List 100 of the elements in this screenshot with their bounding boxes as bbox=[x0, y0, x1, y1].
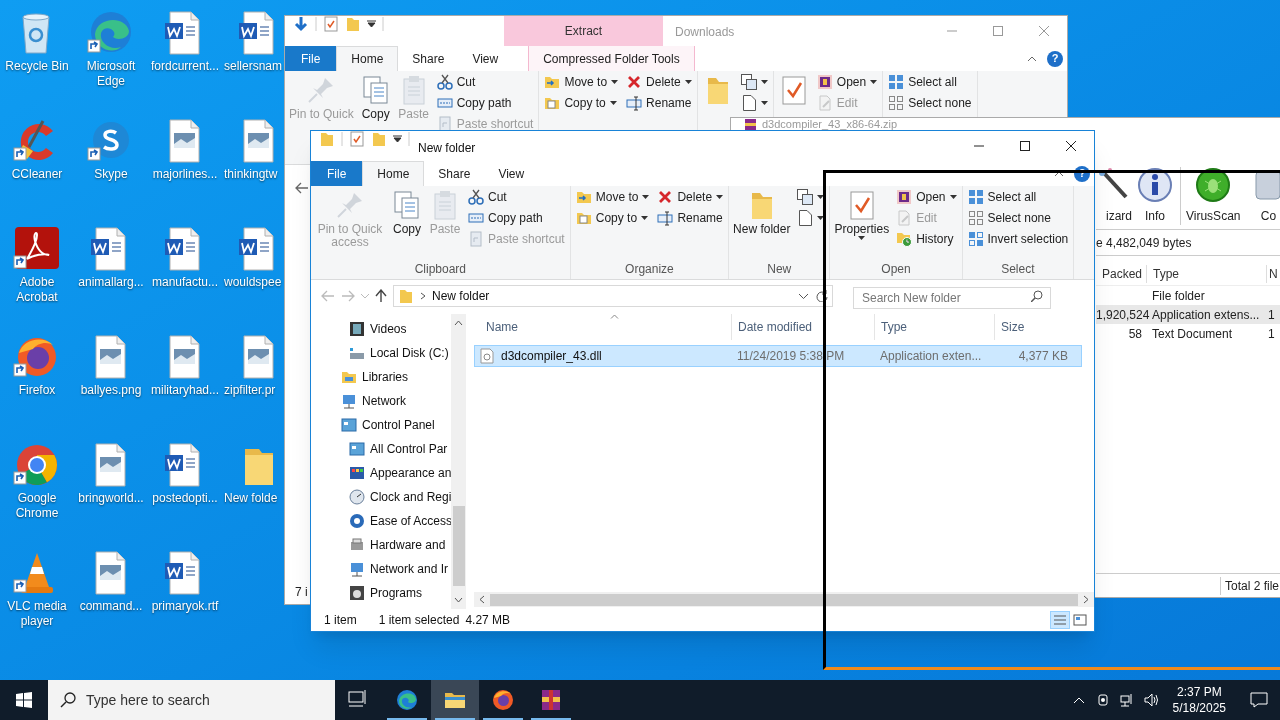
ribbon-tab[interactable]: Compressed Folder Tools bbox=[528, 46, 695, 71]
network-icon bbox=[341, 393, 357, 409]
column-header[interactable]: Packed bbox=[1096, 264, 1146, 283]
close-icon bbox=[1039, 25, 1049, 36]
caret-icon bbox=[949, 194, 957, 199]
nav-item[interactable]: Local Disk (C:) bbox=[311, 341, 451, 365]
caret-icon bbox=[642, 194, 650, 199]
address-bar[interactable]: New folder bbox=[393, 285, 833, 307]
down-arrow-icon bbox=[293, 16, 309, 32]
file-row[interactable]: 58 Text Document 1 bbox=[1096, 324, 1280, 343]
desktop-icon-label[interactable]: primaryok.rtf bbox=[151, 599, 219, 614]
nav-item[interactable]: Appearance an bbox=[311, 461, 451, 485]
toolbar-button[interactable]: Co bbox=[1245, 167, 1280, 225]
file-menu-tab[interactable]: File bbox=[311, 161, 363, 186]
nav-item[interactable]: Videos bbox=[311, 317, 451, 341]
ribbon-button[interactable]: History bbox=[893, 229, 960, 248]
ribbon-button[interactable]: Open bbox=[813, 72, 881, 91]
ribbon-button[interactable]: Delete bbox=[654, 187, 727, 206]
ribbon-button[interactable]: New folder bbox=[731, 186, 793, 236]
horizontal-scrollbar[interactable] bbox=[474, 592, 1094, 607]
ribbon-button[interactable]: Move to bbox=[541, 72, 622, 91]
column-header[interactable]: N bbox=[1266, 264, 1278, 283]
nav-item[interactable]: Libraries bbox=[311, 365, 451, 389]
dropdown-icon bbox=[361, 293, 369, 299]
status-text: 4.27 MB bbox=[465, 612, 511, 629]
desktop-icon-label[interactable]: New folde bbox=[222, 491, 278, 506]
file-row[interactable]: d3dcompiler_43.dll 11/24/2019 5:38 PM Application exten... 4,377 KB bbox=[474, 345, 1082, 367]
file-row[interactable]: 1,920,524 Application extens... 1 bbox=[1096, 305, 1280, 324]
ribbon-tab[interactable]: Share bbox=[398, 46, 459, 71]
archive-icon bbox=[745, 118, 756, 130]
taskbar-button[interactable] bbox=[431, 680, 479, 720]
column-header[interactable]: Size bbox=[994, 314, 1074, 340]
dropdown-icon bbox=[393, 135, 402, 143]
file-row[interactable]: File folder bbox=[1096, 286, 1280, 305]
vertical-scrollbar[interactable] bbox=[451, 314, 466, 609]
desktop-icon-label[interactable]: command... bbox=[79, 599, 143, 614]
nav-item[interactable]: Network bbox=[311, 389, 451, 413]
toolbar-button[interactable]: Info bbox=[1132, 167, 1178, 225]
table-cell-text: 11/24/2019 5:38 PM bbox=[736, 348, 846, 365]
ribbon-button[interactable]: Cut bbox=[433, 72, 537, 91]
toolbar-button[interactable]: VirusScan bbox=[1180, 167, 1246, 225]
status-text: Total 2 file bbox=[1220, 576, 1280, 595]
scrollbar-thumb[interactable] bbox=[452, 506, 465, 586]
window-title: Downloads bbox=[675, 24, 735, 41]
ribbon-button[interactable]: Move to bbox=[572, 187, 653, 206]
caret-icon bbox=[858, 236, 866, 240]
help-button[interactable]: ? bbox=[1047, 50, 1063, 67]
ribbon-tab[interactable]: Home bbox=[336, 46, 399, 71]
clock-time[interactable]: 2:37 PM bbox=[1176, 684, 1222, 700]
ribbon-button[interactable]: Rename bbox=[623, 93, 695, 112]
ribbon-button[interactable]: Copy bbox=[357, 71, 394, 121]
column-header[interactable]: Type bbox=[874, 314, 994, 340]
search-field[interactable]: Search New folder bbox=[853, 287, 1051, 309]
ribbon-button[interactable]: Copy bbox=[389, 186, 425, 236]
column-header[interactable]: Date modified bbox=[731, 314, 874, 340]
chevron-icon bbox=[420, 292, 426, 300]
open-icon bbox=[816, 73, 833, 90]
ribbon-tab[interactable]: Share bbox=[424, 161, 485, 186]
ribbon-button[interactable]: Copy path bbox=[465, 208, 568, 227]
nav-item[interactable]: All Control Par bbox=[311, 437, 451, 461]
column-header[interactable]: Name bbox=[474, 314, 731, 340]
file-menu-tab[interactable]: File bbox=[285, 46, 337, 71]
search-field[interactable]: Type here to search bbox=[48, 680, 335, 720]
toolbar-button[interactable]: izard bbox=[1096, 167, 1132, 225]
column-header[interactable]: Type bbox=[1146, 264, 1266, 283]
desktop-icon-label[interactable]: VLC media player bbox=[1, 599, 73, 629]
ribbon-button[interactable]: Select none bbox=[885, 93, 975, 112]
ribbon-button[interactable]: Open bbox=[893, 187, 960, 206]
nav-item[interactable]: Ease of Access bbox=[311, 509, 451, 533]
ribbon-button[interactable]: Select none bbox=[964, 208, 1072, 227]
ribbon-tab[interactable]: View bbox=[484, 161, 539, 186]
tiles-view-button[interactable] bbox=[1070, 611, 1090, 629]
ribbon-tab[interactable]: Home bbox=[362, 161, 425, 186]
ribbon-button[interactable]: Properties bbox=[832, 186, 892, 240]
dll-file-icon bbox=[479, 348, 495, 364]
nav-item[interactable]: Clock and Regi bbox=[311, 485, 451, 509]
desktop-icon-label[interactable]: postedopti... bbox=[152, 491, 218, 506]
ribbon-button[interactable]: Delete bbox=[623, 72, 695, 91]
table-cell-text: Text Document bbox=[1151, 325, 1234, 343]
ribbon-button[interactable]: Cut bbox=[465, 187, 568, 206]
nav-item[interactable]: Hardware and bbox=[311, 533, 451, 557]
new-item-icon bbox=[797, 209, 814, 226]
ribbon-button[interactable]: Rename bbox=[654, 208, 727, 227]
up-arrow-icon bbox=[375, 289, 387, 303]
ribbon-button[interactable]: Copy path bbox=[433, 93, 537, 112]
ribbon-button[interactable]: Copy to bbox=[541, 93, 622, 112]
clock-date[interactable]: 5/18/2025 bbox=[1172, 700, 1226, 716]
nav-item[interactable]: Programs bbox=[311, 581, 451, 605]
ribbon-tab[interactable]: View bbox=[458, 46, 513, 71]
ribbon-button[interactable]: Select all bbox=[964, 187, 1072, 206]
ribbon-button[interactable]: Copy to bbox=[572, 208, 653, 227]
speaker-icon[interactable] bbox=[1142, 692, 1159, 708]
network-icon[interactable] bbox=[1118, 692, 1135, 708]
nav-item[interactable]: Network and Ir bbox=[311, 557, 451, 581]
drive-icon bbox=[349, 345, 365, 361]
ribbon-button[interactable]: Invert selection bbox=[964, 229, 1072, 248]
ribbon-button[interactable]: Select all bbox=[885, 72, 975, 91]
notification-icon[interactable] bbox=[1250, 692, 1268, 708]
nav-item[interactable]: Control Panel bbox=[311, 413, 451, 437]
scrollbar-thumb[interactable] bbox=[490, 593, 1078, 606]
